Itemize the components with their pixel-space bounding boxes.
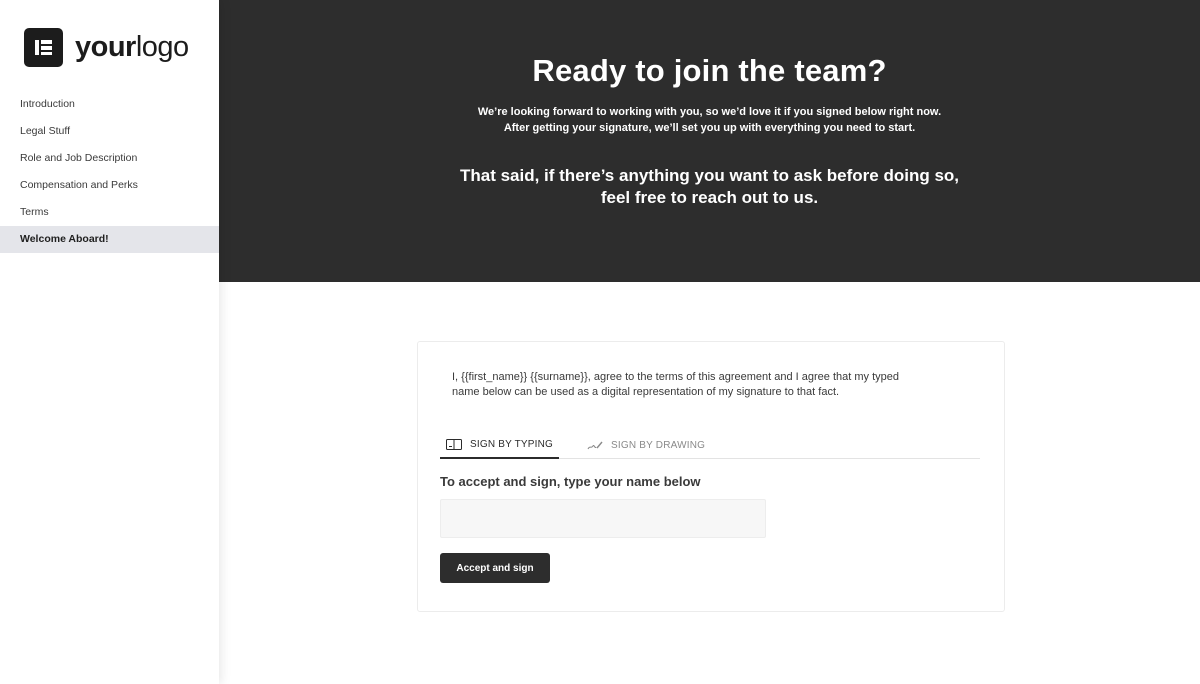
logo-text: yourlogo bbox=[75, 33, 189, 62]
agreement-text-line-2: name below can be used as a digital repr… bbox=[452, 386, 840, 398]
hero-note: That said, if there’s anything you want … bbox=[219, 165, 1200, 209]
hero-title: Ready to join the team? bbox=[532, 53, 887, 88]
signature-name-input[interactable] bbox=[440, 499, 766, 538]
sidebar-item-compensation-and-perks[interactable]: Compensation and Perks bbox=[0, 172, 219, 199]
sidebar-item-legal-stuff[interactable]: Legal Stuff bbox=[0, 118, 219, 145]
sidebar-item-welcome-aboard[interactable]: Welcome Aboard! bbox=[0, 226, 219, 253]
keyboard-icon bbox=[446, 439, 462, 450]
hero-section: Ready to join the team? We’re looking fo… bbox=[219, 0, 1200, 282]
sidebar: yourlogo Introduction Legal Stuff Role a… bbox=[0, 0, 219, 684]
hero-note-line-2: feel free to reach out to us. bbox=[600, 188, 819, 207]
signature-card: I, {{first_name}} {{surname}}, agree to … bbox=[417, 341, 1005, 612]
sidebar-item-terms[interactable]: Terms bbox=[0, 199, 219, 226]
main-content: I, {{first_name}} {{surname}}, agree to … bbox=[219, 282, 1200, 684]
app-root: yourlogo Introduction Legal Stuff Role a… bbox=[0, 0, 1200, 684]
tab-sign-by-typing-label: SIGN BY TYPING bbox=[470, 439, 554, 450]
tab-sign-by-typing[interactable]: SIGN BY TYPING bbox=[440, 432, 560, 459]
agreement-text: I, {{first_name}} {{surname}}, agree to … bbox=[452, 370, 972, 400]
logo-text-bold: your bbox=[75, 31, 136, 63]
hero-subtitle-line-1: We’re looking forward to working with yo… bbox=[477, 106, 942, 118]
sidebar-item-introduction[interactable]: Introduction bbox=[0, 91, 219, 118]
logo-mark-icon bbox=[24, 28, 63, 67]
logo-text-light: logo bbox=[135, 31, 189, 63]
accept-and-sign-button[interactable]: Accept and sign bbox=[440, 553, 550, 583]
signature-pen-icon bbox=[587, 441, 603, 449]
hero-note-line-1: That said, if there’s anything you want … bbox=[459, 166, 960, 185]
sidebar-item-role-and-job-description[interactable]: Role and Job Description bbox=[0, 145, 219, 172]
hero-subtitle-line-2: After getting your signature, we’ll set … bbox=[503, 122, 916, 134]
sidebar-nav: Introduction Legal Stuff Role and Job De… bbox=[0, 91, 219, 253]
signature-tabs: SIGN BY TYPING SIGN BY DRAWING bbox=[440, 432, 980, 459]
tab-sign-by-drawing[interactable]: SIGN BY DRAWING bbox=[581, 432, 711, 458]
sign-name-label: To accept and sign, type your name below bbox=[440, 474, 701, 489]
tab-sign-by-drawing-label: SIGN BY DRAWING bbox=[611, 439, 706, 451]
hero-subtitle: We’re looking forward to working with yo… bbox=[219, 104, 1200, 136]
agreement-text-line-1: I, {{first_name}} {{surname}}, agree to … bbox=[452, 371, 899, 383]
logo[interactable]: yourlogo bbox=[24, 28, 189, 67]
